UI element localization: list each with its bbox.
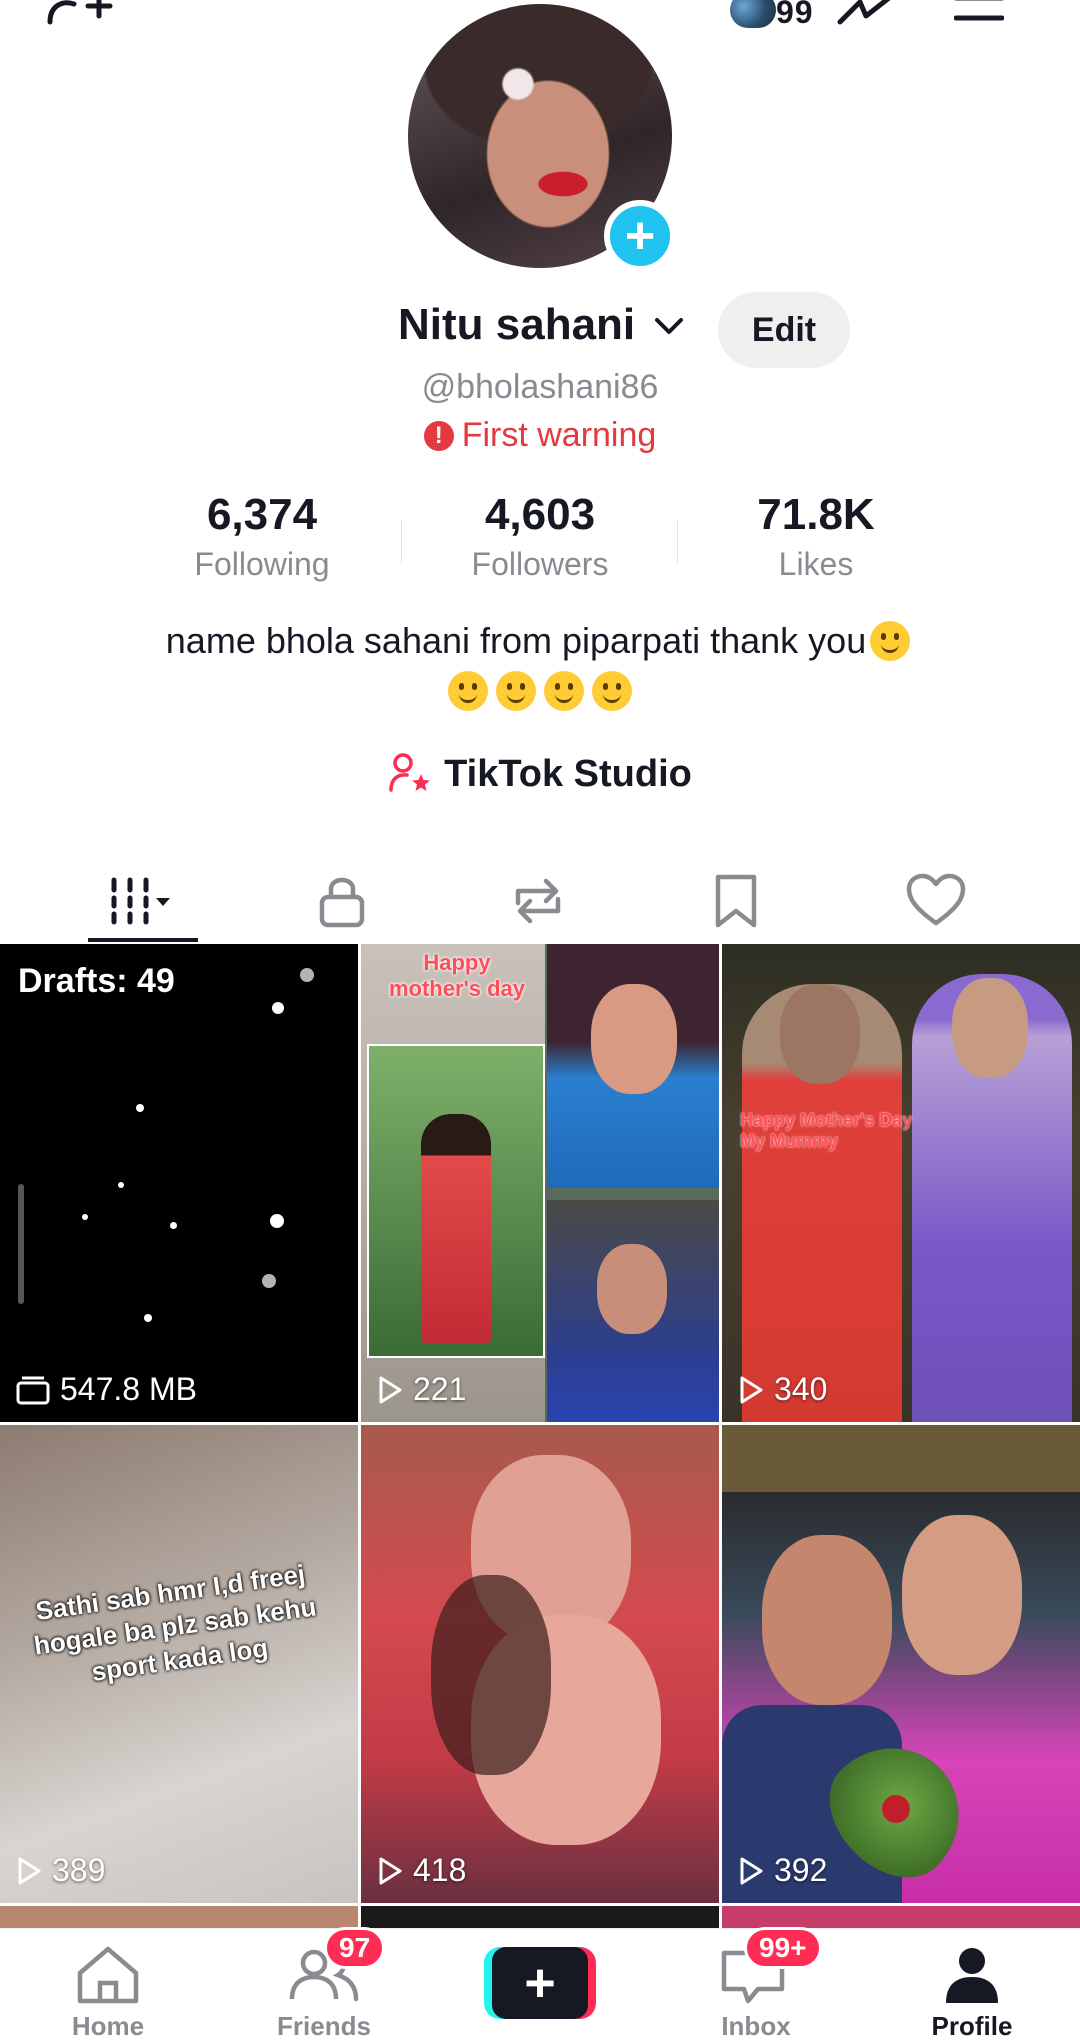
view-count: 392 [738,1852,827,1889]
view-count: 340 [738,1371,827,1408]
nav-create[interactable]: + [432,1929,648,2041]
video-tile[interactable]: Happy Mother's Day My Mummy 340 [722,944,1080,1422]
view-count-text: 389 [52,1852,106,1888]
smile-emoji-icon [448,671,488,711]
nav-profile[interactable]: Profile [864,1929,1080,2041]
view-count: 418 [377,1852,466,1889]
tab-liked-heart-icon[interactable] [828,856,1044,946]
bottom-navigation: Home 97 Friends + 99+ Inbox Profile [0,1927,1080,2041]
tile-overlay-text: Sathi sab hmr I,d freej hogale ba plz sa… [31,1558,319,1687]
tab-reposts-icon[interactable] [430,856,646,946]
play-icon [740,1857,763,1884]
stat-value: 4,603 [484,490,596,539]
tab-private-lock-icon[interactable] [234,856,450,946]
smile-emoji-icon [496,671,536,711]
studio-label: TikTok Studio [444,753,692,795]
drafts-tile[interactable]: Drafts: 49 547.8 MB [0,944,358,1422]
create-button[interactable]: + [484,1947,596,2019]
plus-icon: + [492,1947,588,2019]
warning-text: First warning [461,416,657,454]
edit-profile-button[interactable]: Edit [718,292,850,368]
notification-count: 99 [776,0,814,30]
profile-stats: 6,374 Following 4,603 Followers 71.8K Li… [0,490,1080,590]
stat-label: Likes [778,546,854,582]
profile-name[interactable]: Nitu sahani [398,300,635,350]
tile-overlay-text: Happy Mother's Day My Mummy [740,1110,913,1151]
stat-label: Followers [471,546,609,582]
stat-label: Following [194,546,330,582]
inbox-badge: 99+ [744,1927,822,1969]
active-tab-indicator [88,938,198,942]
profile-icon [946,1948,998,2003]
tiktok-studio-button[interactable]: TikTok Studio [0,752,1080,804]
play-icon [740,1376,763,1403]
home-icon [77,1946,139,2004]
nav-home[interactable]: Home [0,1929,216,2041]
stat-likes[interactable]: 71.8K Likes [696,490,936,583]
add-story-plus-icon[interactable]: + [604,200,676,272]
tab-videos[interactable] [36,856,252,946]
video-tile[interactable]: Sathi sab hmr I,d freej hogale ba plz sa… [0,1425,358,1903]
video-tile[interactable]: 392 [722,1425,1080,1903]
warning-link[interactable]: ! First warning [0,416,1080,455]
bio-text: name bhola sahani from piparpati thank y… [165,620,867,661]
nav-inbox[interactable]: 99+ Inbox [648,1927,864,2041]
tab-favorites-bookmark-icon[interactable] [628,856,844,946]
storage-icon [16,1376,50,1404]
story-avatar-icon[interactable] [730,0,776,28]
view-count-text: 221 [413,1371,467,1407]
play-icon [18,1857,41,1884]
nav-home-label: Home [71,2011,145,2041]
studio-person-star-icon [388,752,434,804]
smile-emoji-icon [544,671,584,711]
video-tile-partial[interactable] [0,1906,358,1928]
tile-overlay-text: Happy mother's day [388,950,526,1001]
profile-handle: @bholashani86 [421,368,659,406]
drafts-label: Drafts: 49 [18,962,175,1000]
video-tile[interactable]: Happy mother's day 221 [361,944,719,1422]
stat-following[interactable]: 6,374 Following [142,490,382,583]
nav-friends[interactable]: 97 Friends [216,1927,432,2041]
play-icon [379,1857,402,1884]
video-tile-partial[interactable] [722,1906,1080,1928]
view-count: 389 [16,1852,105,1889]
nav-profile-label: Profile [931,2011,1013,2041]
view-count: 221 [377,1371,466,1408]
stat-followers[interactable]: 4,603 Followers [420,490,660,583]
activity-icon[interactable] [836,0,906,33]
menu-icon[interactable] [953,0,1005,27]
profile-tabs [0,856,1080,946]
drafts-size: 547.8 MB [16,1371,197,1408]
nav-friends-label: Friends [277,2011,371,2041]
drafts-size-text: 547.8 MB [60,1371,197,1407]
play-icon [379,1376,402,1403]
profile-bio: name bhola sahani from piparpati thank y… [0,616,1080,716]
view-count-text: 418 [413,1852,467,1888]
friends-badge: 97 [324,1927,386,1969]
stat-value: 71.8K [757,490,875,539]
warning-icon: ! [423,421,454,451]
stat-value: 6,374 [206,490,318,539]
nav-inbox-label: Inbox [721,2011,791,2041]
smile-emoji-icon [592,671,632,711]
video-tile-partial[interactable] [361,1906,719,1928]
view-count-text: 392 [774,1852,828,1888]
smile-emoji-icon [870,621,911,661]
chevron-down-icon[interactable] [654,316,684,341]
video-tile[interactable]: 418 [361,1425,719,1903]
view-count-text: 340 [774,1371,828,1407]
add-friend-icon[interactable] [44,0,114,37]
